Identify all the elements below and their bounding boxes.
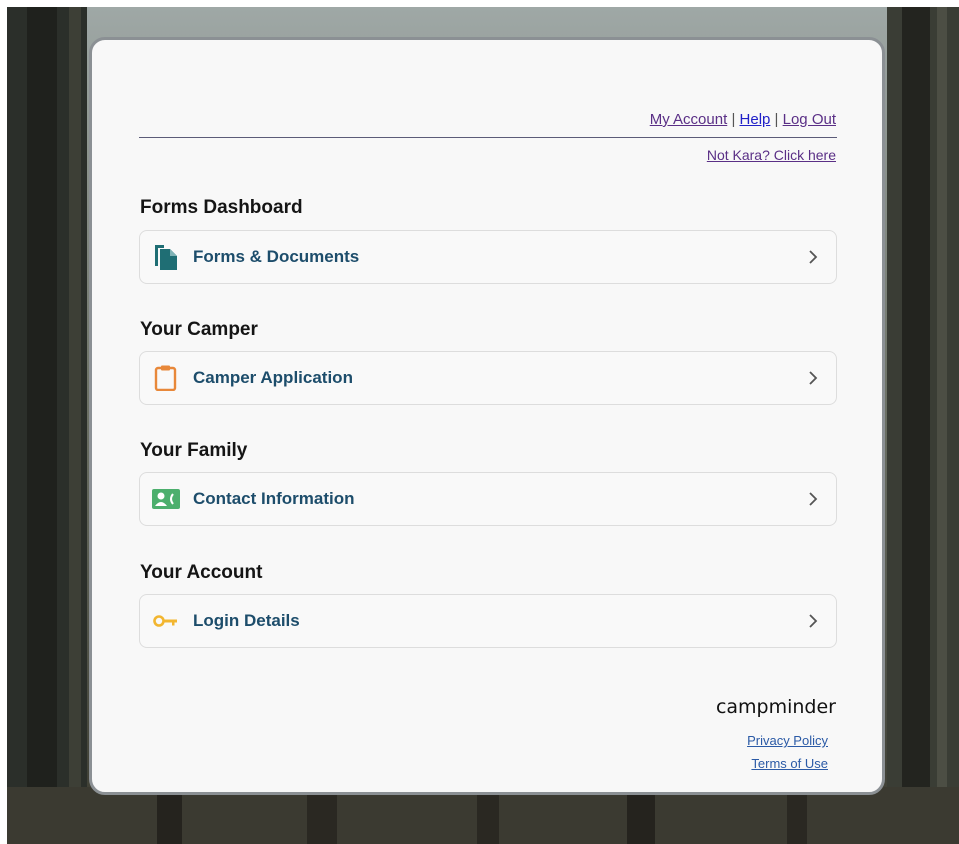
chevron-right-icon (809, 250, 818, 264)
switch-user-link[interactable]: Not Kara? Click here (707, 147, 836, 163)
login-details-label: Login Details (193, 611, 300, 630)
chevron-right-icon (809, 371, 818, 385)
log-out-link[interactable]: Log Out (783, 111, 836, 128)
dashboard-card: My Account | Help | Log Out Not Kara? Cl… (89, 37, 885, 795)
contact-card-icon (152, 489, 180, 509)
section-title-your-camper: Your Camper (140, 319, 258, 340)
campminder-logo: campminder (715, 696, 836, 718)
forms-documents-label: Forms & Documents (193, 247, 360, 266)
help-link[interactable]: Help (740, 111, 771, 128)
account-links: My Account | Help | Log Out (650, 111, 836, 128)
document-icon (155, 245, 177, 270)
section-title-your-account: Your Account (140, 562, 263, 583)
separator: | (731, 111, 736, 128)
chevron-right-icon (809, 492, 818, 506)
separator: | (774, 111, 779, 128)
background-photo: My Account | Help | Log Out Not Kara? Cl… (7, 7, 959, 844)
contact-information-button[interactable]: Contact Information (139, 472, 837, 526)
contact-information-label: Contact Information (193, 489, 355, 508)
forms-documents-button[interactable]: Forms & Documents (139, 230, 837, 284)
header-divider (139, 137, 837, 138)
terms-of-use-link[interactable]: Terms of Use (751, 756, 828, 771)
camper-application-button[interactable]: Camper Application (139, 351, 837, 405)
clipboard-icon (154, 365, 177, 391)
login-details-button[interactable]: Login Details (139, 594, 837, 648)
key-icon (153, 615, 177, 627)
my-account-link[interactable]: My Account (650, 111, 728, 128)
section-title-forms-dashboard: Forms Dashboard (140, 197, 303, 218)
camper-application-label: Camper Application (193, 368, 353, 387)
privacy-policy-link[interactable]: Privacy Policy (747, 733, 828, 748)
chevron-right-icon (809, 614, 818, 628)
section-title-your-family: Your Family (140, 440, 248, 461)
